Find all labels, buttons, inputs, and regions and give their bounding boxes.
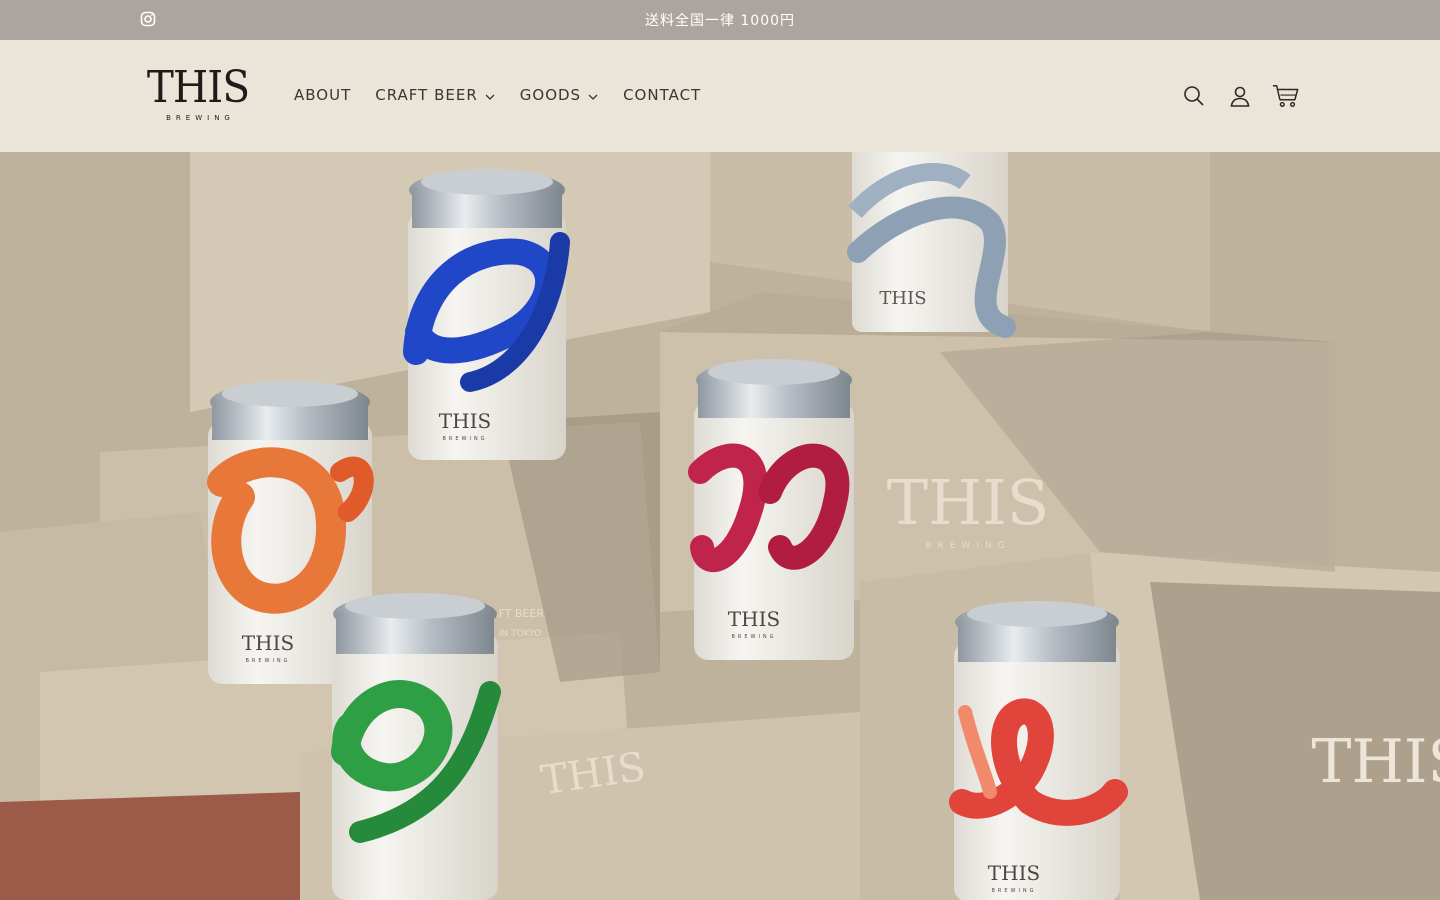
can-label: THIS <box>988 861 1040 885</box>
box-logo-right: THIS <box>1311 727 1440 797</box>
beer-can-blue: THIS BREWING <box>403 169 570 460</box>
can-label: THIS <box>242 631 294 655</box>
can-label: THIS <box>439 409 491 433</box>
logo-mark: THIS <box>146 62 250 113</box>
nav-item-contact[interactable]: CONTACT <box>623 86 701 104</box>
can-label: THIS <box>728 607 780 631</box>
nav-item-label: GOODS <box>519 86 582 104</box>
beer-can-green <box>331 593 501 900</box>
box-logo-sub: BREWING <box>925 541 1010 551</box>
main-nav: ABOUT CRAFT BEER GOODS CONTACT <box>282 80 713 110</box>
cart-icon[interactable] <box>1272 82 1300 110</box>
chevron-down-icon <box>485 94 495 100</box>
hero-illustration: THIS BREWING CRAFT BEER IN TOKYO THIS TH… <box>0 152 1440 900</box>
box-text-in-tokyo: IN TOKYO <box>499 629 542 639</box>
beer-can-red: THIS BREWING <box>949 601 1128 900</box>
announcement-bar: 送料全国一律 1000円 <box>0 0 1440 40</box>
nav-item-craft-beer[interactable]: CRAFT BEER <box>375 86 496 104</box>
can-sub: BREWING <box>731 634 776 640</box>
instagram-icon[interactable] <box>140 11 156 27</box>
logo-subtitle: BREWING <box>166 114 235 122</box>
site-header: THIS BREWING ABOUT CRAFT BEER GOODS CONT… <box>0 40 1440 152</box>
chevron-down-icon <box>588 94 598 100</box>
beer-can-crimson: THIS BREWING <box>688 359 854 660</box>
nav-item-goods[interactable]: GOODS <box>520 86 599 104</box>
nav-item-about[interactable]: ABOUT <box>294 86 351 104</box>
beer-can-steel: THIS <box>847 152 1016 338</box>
search-icon[interactable] <box>1180 82 1208 110</box>
brand-logo[interactable]: THIS BREWING <box>140 64 256 128</box>
can-label: THIS <box>879 288 926 309</box>
nav-item-label: CRAFT BEER <box>375 86 478 104</box>
can-sub: BREWING <box>991 888 1036 894</box>
box-logo-text: THIS <box>887 466 1049 539</box>
announcement-text: 送料全国一律 1000円 <box>644 13 796 29</box>
nav-item-label: ABOUT <box>294 86 352 104</box>
nav-item-label: CONTACT <box>623 86 702 104</box>
account-icon[interactable] <box>1226 82 1254 110</box>
floor <box>0 792 300 900</box>
hero-image: THIS BREWING CRAFT BEER IN TOKYO THIS TH… <box>0 152 1440 900</box>
can-sub: BREWING <box>442 436 487 442</box>
header-actions <box>1162 82 1300 110</box>
can-sub: BREWING <box>245 658 290 664</box>
